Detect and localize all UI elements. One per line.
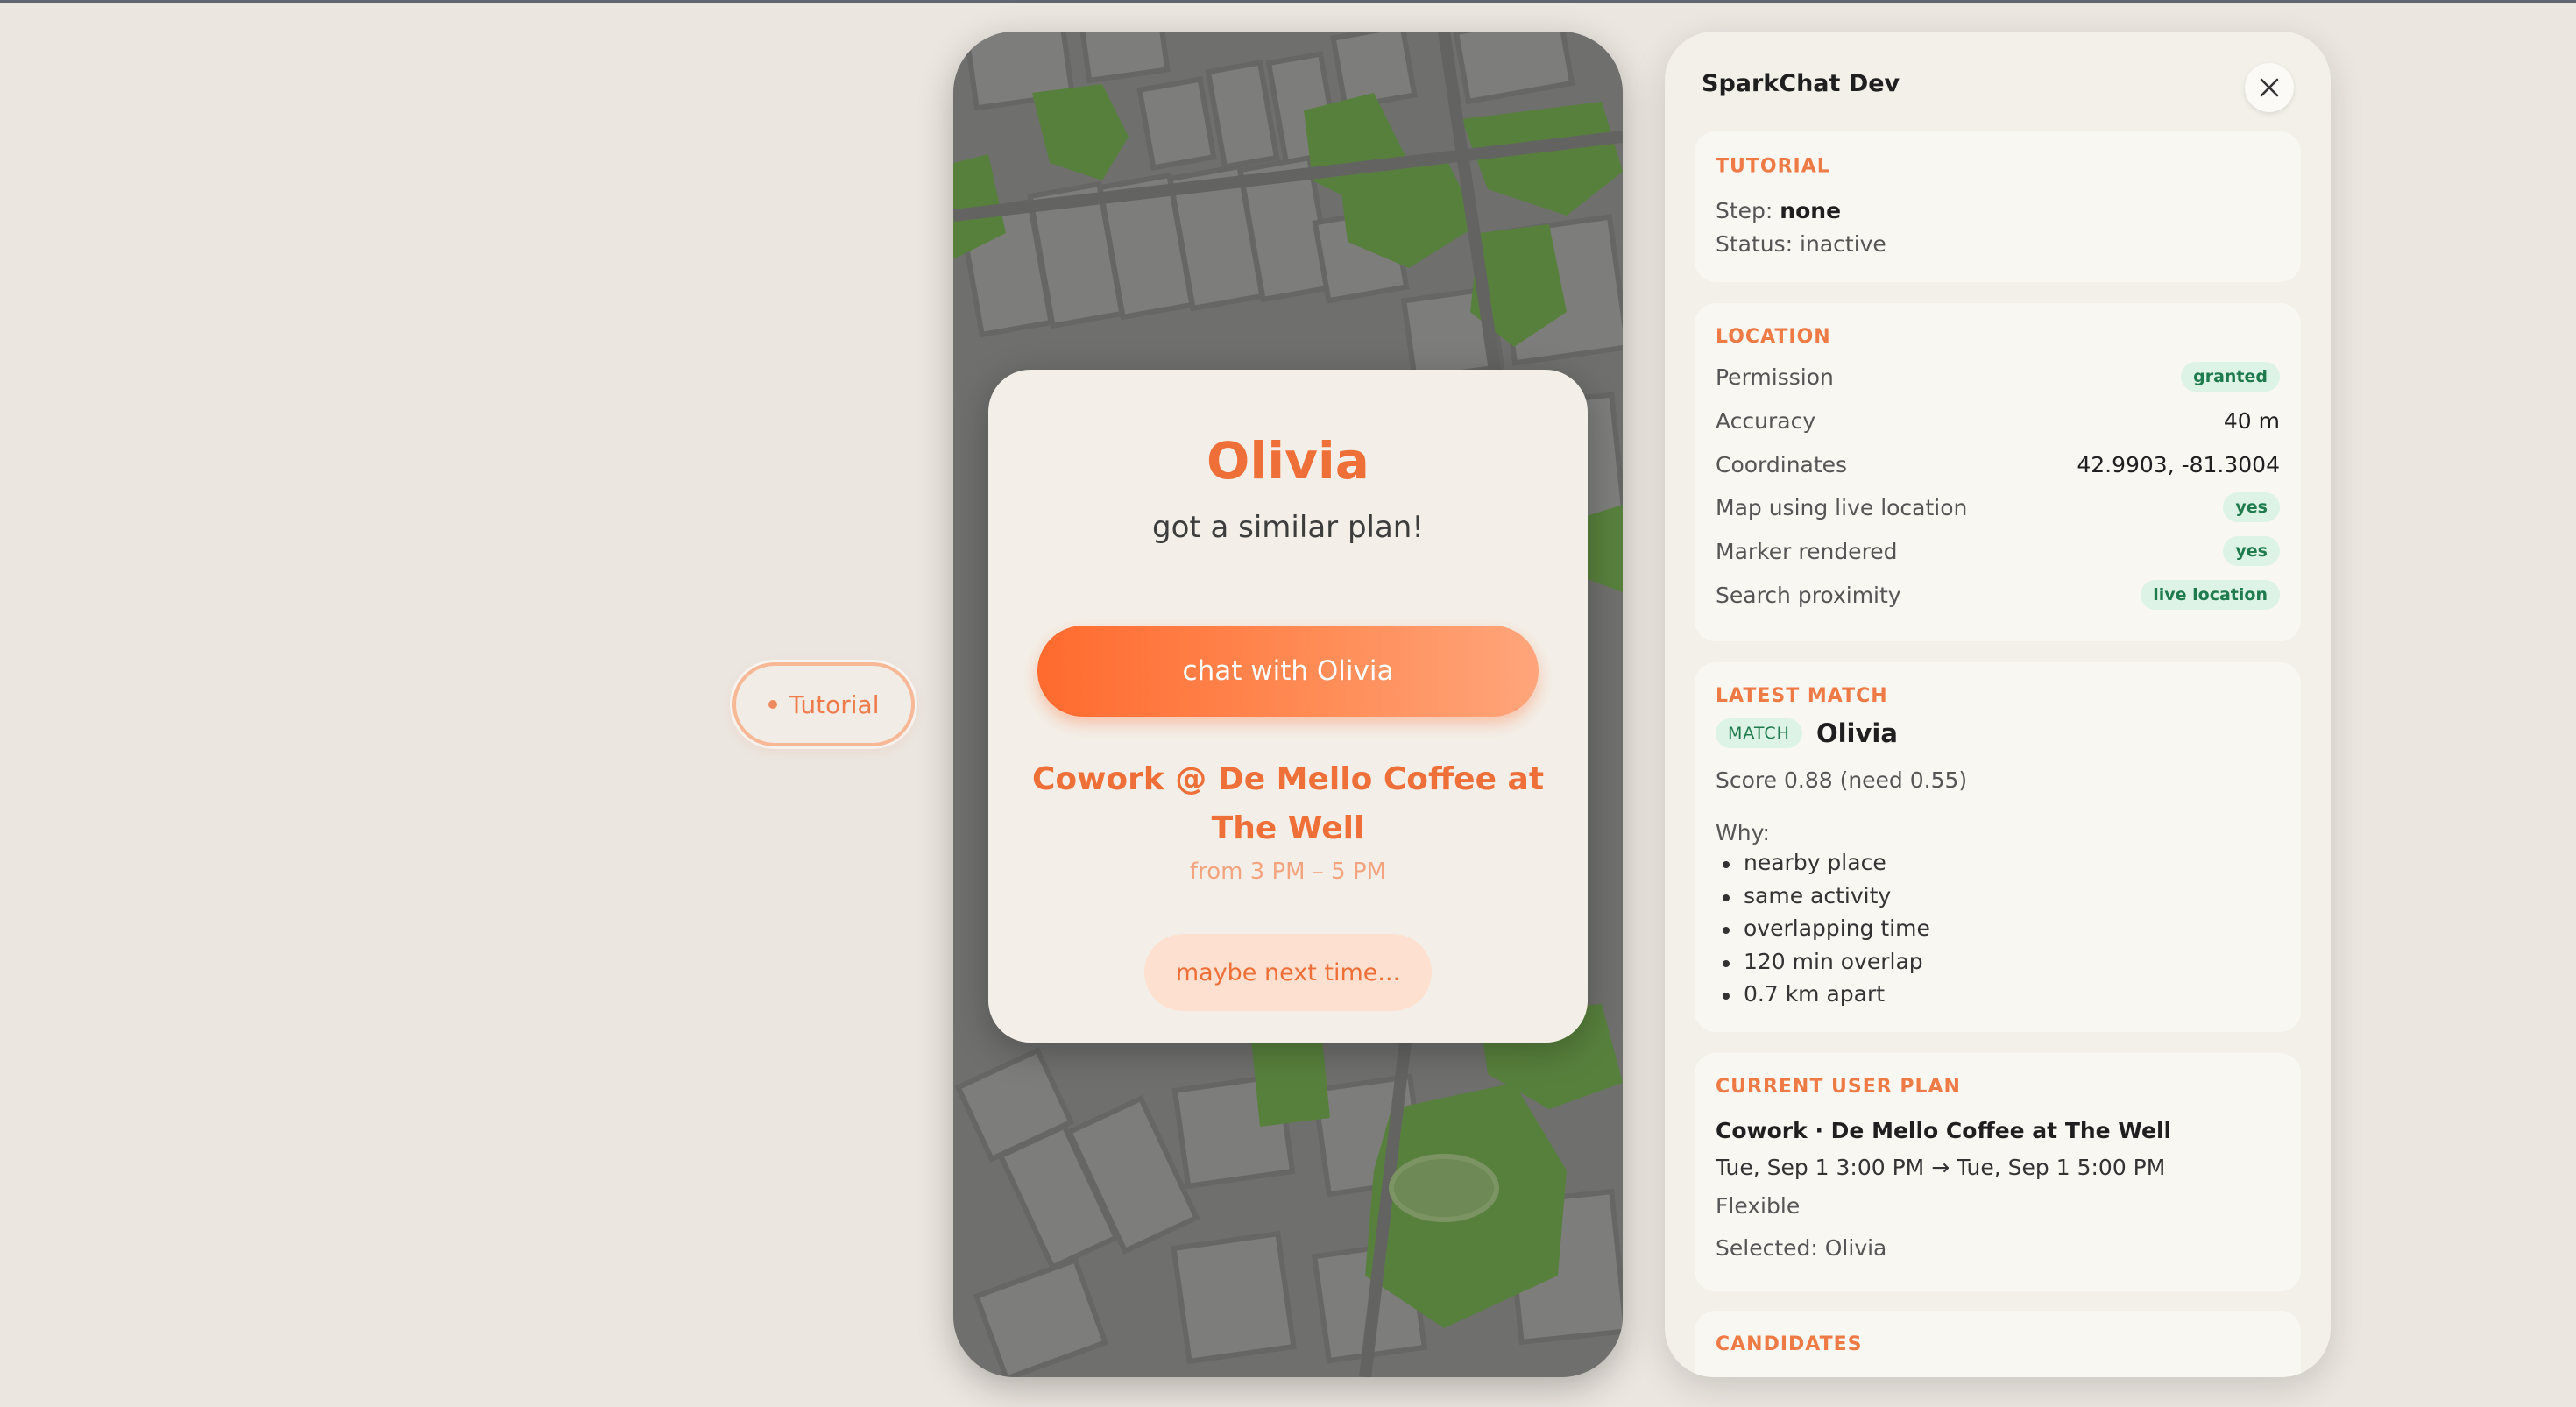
current-plan-selected: Selected: Olivia bbox=[1716, 1235, 1887, 1261]
dev-panel-title: SparkChat Dev bbox=[1702, 70, 1900, 97]
list-item: 120 min overlap bbox=[1716, 949, 1930, 982]
candidates-section: CANDIDATES bbox=[1695, 1311, 2301, 1377]
dot-icon bbox=[768, 700, 777, 709]
current-plan-time: Tue, Sep 1 3:00 PM → Tue, Sep 1 5:00 PM bbox=[1716, 1155, 2166, 1180]
phone-screen: Olivia got a similar plan! chat with Oli… bbox=[953, 32, 1623, 1377]
status-badge: live location bbox=[2141, 580, 2280, 610]
location-section: LOCATION Permission granted Accuracy 40 … bbox=[1695, 303, 2301, 641]
location-row-permission: Permission granted bbox=[1716, 361, 2280, 392]
list-item: same activity bbox=[1716, 883, 1930, 916]
latest-match-score: Score 0.88 (need 0.55) bbox=[1716, 767, 1968, 793]
tutorial-section: TUTORIAL Step: none Status: inactive bbox=[1695, 131, 2301, 282]
location-row-accuracy: Accuracy 40 m bbox=[1716, 407, 2280, 434]
why-label: Why: bbox=[1716, 820, 1770, 845]
close-icon bbox=[2260, 78, 2279, 97]
status-badge: granted bbox=[2181, 362, 2280, 392]
match-subtitle: got a similar plan! bbox=[1151, 510, 1424, 545]
location-row-coordinates: Coordinates 42.9903, -81.3004 bbox=[1716, 451, 2280, 477]
list-item: 0.7 km apart bbox=[1716, 981, 1930, 1015]
status-badge: yes bbox=[2223, 492, 2280, 522]
match-modal: Olivia got a similar plan! chat with Oli… bbox=[988, 370, 1588, 1043]
current-plan-heading: CURRENT USER PLAN bbox=[1716, 1076, 1961, 1098]
tutorial-step-value: none bbox=[1780, 198, 1842, 223]
dismiss-button[interactable]: maybe next time... bbox=[1144, 934, 1432, 1011]
location-row-map-live: Map using live location yes bbox=[1716, 491, 2280, 523]
list-item: overlapping time bbox=[1716, 916, 1930, 949]
location-heading: LOCATION bbox=[1716, 326, 1831, 348]
current-plan-title: Cowork · De Mello Coffee at The Well bbox=[1716, 1118, 2172, 1143]
location-row-marker: Marker rendered yes bbox=[1716, 535, 2280, 567]
latest-match-heading: LATEST MATCH bbox=[1716, 685, 1888, 707]
tutorial-button[interactable]: Tutorial bbox=[732, 662, 915, 746]
match-badge: MATCH bbox=[1716, 718, 1802, 748]
tutorial-status: Status: inactive bbox=[1716, 231, 1886, 257]
status-badge: yes bbox=[2223, 536, 2280, 566]
current-plan-flexibility: Flexible bbox=[1716, 1193, 1801, 1219]
candidates-heading: CANDIDATES bbox=[1716, 1333, 1863, 1355]
latest-match-name: Olivia bbox=[1815, 718, 1898, 748]
close-button[interactable] bbox=[2245, 63, 2294, 112]
plan-time: from 3 PM – 5 PM bbox=[1189, 859, 1387, 885]
tutorial-heading: TUTORIAL bbox=[1716, 155, 1830, 178]
tutorial-label: Tutorial bbox=[789, 689, 880, 719]
chat-button[interactable]: chat with Olivia bbox=[1037, 626, 1539, 717]
window-top-border bbox=[0, 0, 2576, 3]
tutorial-step: Step: none bbox=[1716, 198, 1842, 223]
plan-title: Cowork @ De Mello Coffee at The Well bbox=[1031, 761, 1545, 846]
dev-panel: SparkChat Dev TUTORIAL Step: none Status… bbox=[1665, 32, 2331, 1377]
latest-match-section: LATEST MATCH MATCH Olivia Score 0.88 (ne… bbox=[1695, 662, 2301, 1032]
match-name: Olivia bbox=[1207, 431, 1369, 491]
current-plan-section: CURRENT USER PLAN Cowork · De Mello Coff… bbox=[1695, 1053, 2301, 1291]
list-item: nearby place bbox=[1716, 850, 1930, 883]
latest-match-header: MATCH Olivia bbox=[1716, 718, 1898, 748]
why-list: nearby place same activity overlapping t… bbox=[1716, 850, 1930, 1015]
location-row-proximity: Search proximity live location bbox=[1716, 579, 2280, 611]
